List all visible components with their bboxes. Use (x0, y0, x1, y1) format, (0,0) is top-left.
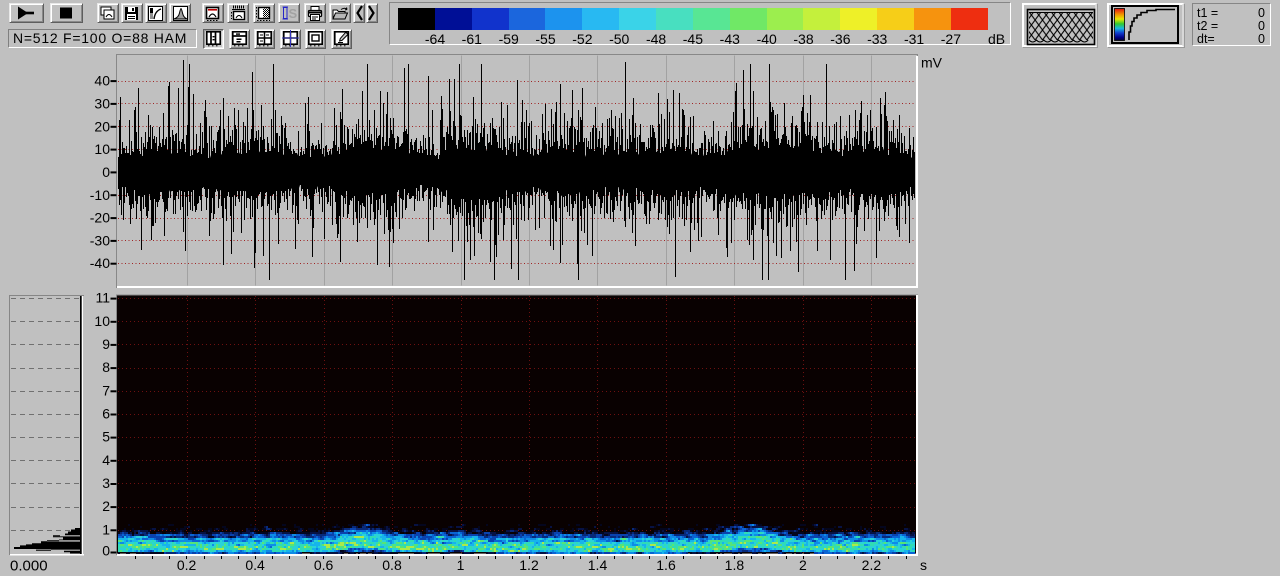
svg-text:2: 2 (799, 557, 807, 573)
svg-text:2: 2 (102, 498, 110, 514)
svg-text:1.8: 1.8 (725, 557, 745, 573)
svg-text:1.6: 1.6 (656, 557, 676, 573)
svg-text:30: 30 (94, 95, 110, 111)
svg-text:0.000: 0.000 (10, 558, 48, 575)
svg-text:mV: mV (921, 55, 943, 71)
svg-text:1.2: 1.2 (519, 557, 539, 573)
svg-text:9: 9 (102, 336, 110, 352)
svg-text:20: 20 (94, 118, 110, 134)
svg-text:3: 3 (102, 475, 110, 491)
svg-text:1: 1 (457, 557, 465, 573)
svg-text:0: 0 (102, 543, 110, 559)
svg-text:0.2: 0.2 (177, 557, 197, 573)
svg-text:0: 0 (102, 164, 110, 180)
svg-text:40: 40 (94, 73, 110, 89)
svg-text:-10: -10 (90, 187, 110, 203)
svg-text:6: 6 (102, 406, 110, 422)
svg-text:0.6: 0.6 (314, 557, 334, 573)
svg-text:1: 1 (102, 521, 110, 537)
svg-text:0.4: 0.4 (245, 557, 265, 573)
svg-text:-30: -30 (90, 232, 110, 248)
svg-text:10: 10 (94, 313, 110, 329)
svg-text:-20: -20 (90, 210, 110, 226)
svg-text:-40: -40 (90, 255, 110, 271)
svg-text:0.8: 0.8 (382, 557, 402, 573)
svg-text:1.4: 1.4 (588, 557, 608, 573)
svg-text:11: 11 (95, 290, 110, 306)
svg-text:8: 8 (102, 359, 110, 375)
svg-text:10: 10 (94, 141, 110, 157)
svg-text:5: 5 (102, 429, 110, 445)
svg-text:7: 7 (102, 382, 110, 398)
svg-text:2.2: 2.2 (862, 557, 882, 573)
svg-text:s: s (920, 557, 927, 573)
svg-text:4: 4 (102, 452, 110, 468)
